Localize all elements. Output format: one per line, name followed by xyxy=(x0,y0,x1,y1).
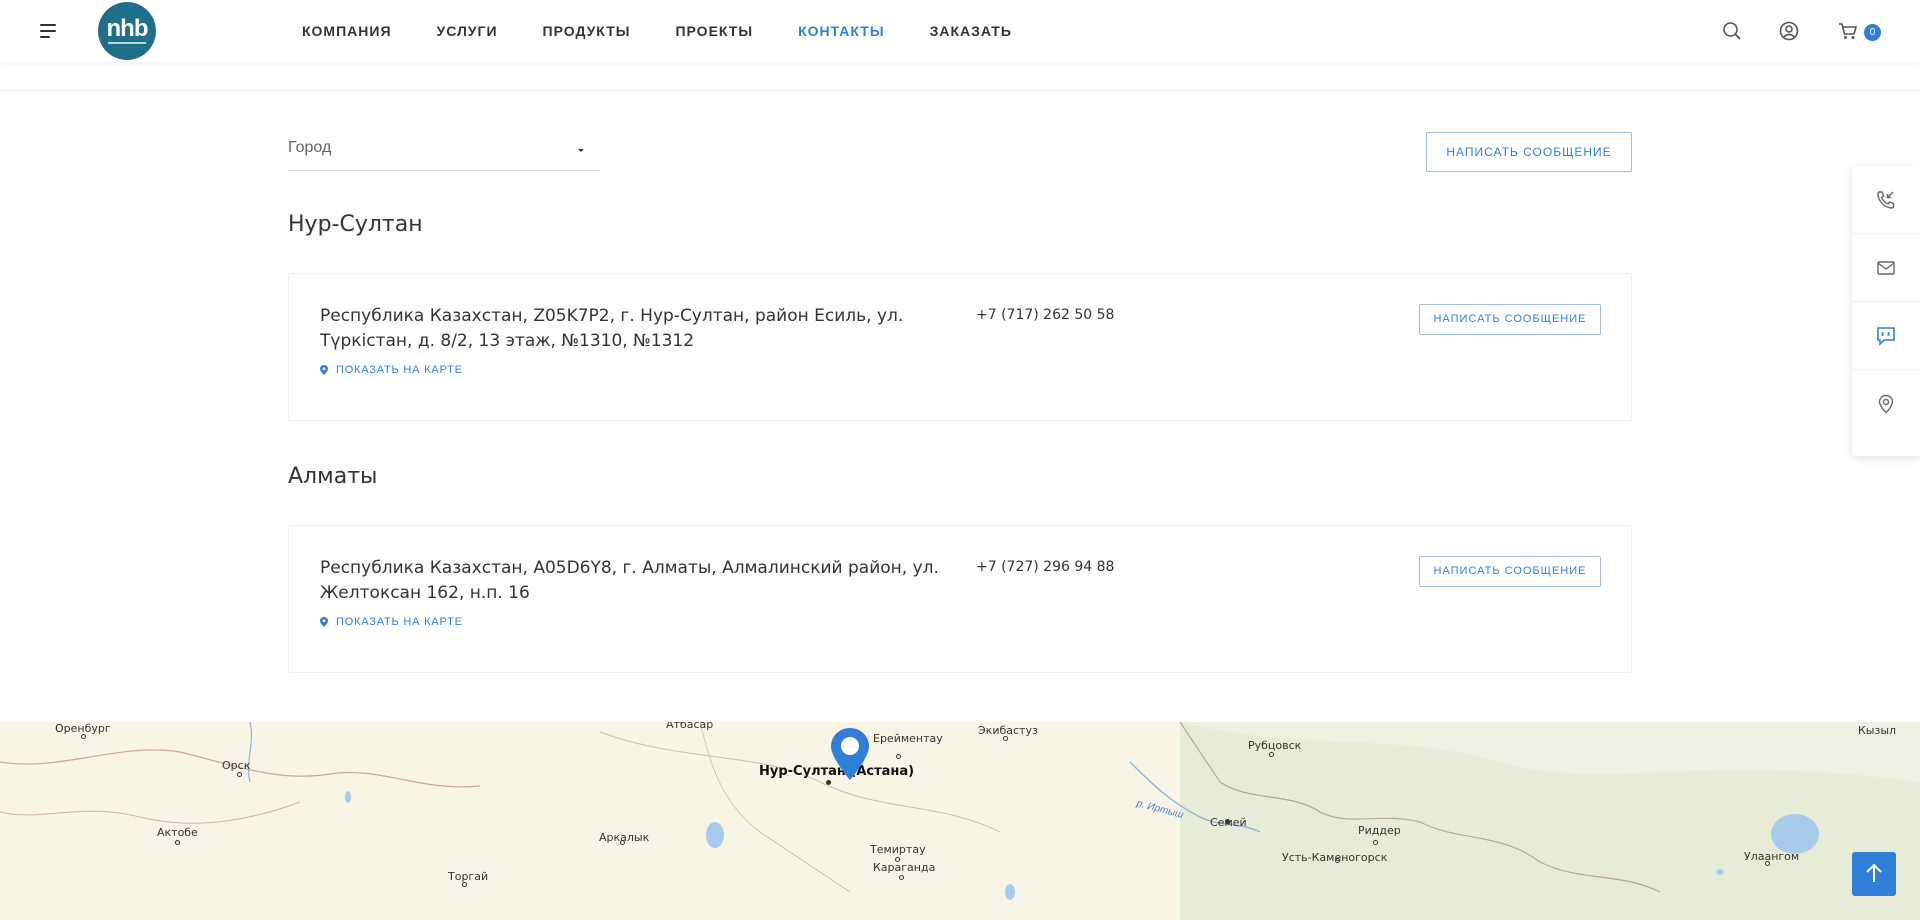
office-address: Республика Казахстан, A05D6Y8, г. Алматы… xyxy=(320,558,939,603)
nav-company[interactable]: КОМПАНИЯ xyxy=(302,23,392,39)
scroll-to-top-button[interactable] xyxy=(1852,852,1896,896)
logo-text: nhb xyxy=(106,15,149,42)
main-nav: КОМПАНИЯ УСЛУГИ ПРОДУКТЫ ПРОЕКТЫ КОНТАКТ… xyxy=(302,0,1057,62)
site-header: nhb КОМПАНИЯ УСЛУГИ ПРОДУКТЫ ПРОЕКТЫ КОН… xyxy=(0,0,1920,62)
map-city-label: Рубцовск xyxy=(1248,739,1302,752)
nav-services[interactable]: УСЛУГИ xyxy=(437,23,498,39)
map-city-dot xyxy=(1373,840,1378,845)
map-city-label: Ерейментау xyxy=(873,732,943,745)
cart-icon[interactable] xyxy=(1838,21,1858,41)
caret-down-icon xyxy=(578,149,584,152)
nav-products[interactable]: ПРОДУКТЫ xyxy=(543,23,631,39)
map-city-label: Аркалык xyxy=(599,831,650,844)
map-city-dot xyxy=(1269,752,1274,757)
map-city-label: Актобе xyxy=(157,826,198,839)
write-message-button[interactable]: НАПИСАТЬ СООБЩЕНИЕ xyxy=(1426,132,1632,172)
map-city-label: Орск xyxy=(222,759,251,772)
map-city-dot xyxy=(175,840,180,845)
office-map[interactable]: Оренбург Атбасар Ерейментау Экибастуз Ор… xyxy=(0,722,1920,920)
show-on-map-label: ПОКАЗАТЬ НА КАРТЕ xyxy=(336,364,463,376)
menu-icon[interactable] xyxy=(40,24,57,38)
show-on-map-label: ПОКАЗАТЬ НА КАРТЕ xyxy=(336,616,463,628)
map-city-label: Караганда xyxy=(873,861,936,874)
map-pin-icon[interactable] xyxy=(827,726,873,782)
divider xyxy=(0,90,1920,91)
nav-order[interactable]: ЗАКАЗАТЬ xyxy=(930,23,1012,39)
email-button[interactable] xyxy=(1852,234,1920,302)
callback-button[interactable] xyxy=(1852,166,1920,234)
office-card: Республика Казахстан, A05D6Y8, г. Алматы… xyxy=(288,525,1632,673)
map-marker-icon xyxy=(320,617,328,627)
chat-button[interactable] xyxy=(1852,302,1920,370)
map-city-label: Оренбург xyxy=(55,722,111,735)
map-city-dot xyxy=(237,772,242,777)
nav-contacts[interactable]: КОНТАКТЫ xyxy=(798,23,884,39)
office-phone[interactable]: +7 (727) 296 94 88 xyxy=(976,559,1114,575)
map-city-label: Атбасар xyxy=(666,722,714,731)
show-on-map-link[interactable]: ПОКАЗАТЬ НА КАРТЕ xyxy=(320,364,463,376)
user-icon[interactable] xyxy=(1779,21,1799,41)
nav-projects[interactable]: ПРОЕКТЫ xyxy=(675,23,753,39)
phone-callback-icon xyxy=(1877,191,1895,209)
office-card: Республика Казахстан, Z05K7P2, г. Нур-Су… xyxy=(288,273,1632,421)
logo[interactable]: nhb xyxy=(98,2,156,60)
office-write-message-button[interactable]: НАПИСАТЬ СООБЩЕНИЕ xyxy=(1419,304,1601,335)
location-button[interactable] xyxy=(1852,370,1920,438)
map-city-dot xyxy=(896,754,901,759)
logo-tagline-line xyxy=(108,42,146,44)
location-pin-icon xyxy=(1878,394,1894,414)
city-title: Алматы xyxy=(288,464,378,489)
office-phone[interactable]: +7 (717) 262 50 58 xyxy=(976,307,1114,323)
office-address: Республика Казахстан, Z05K7P2, г. Нур-Су… xyxy=(320,306,904,351)
map-city-label: Кызыл xyxy=(1858,724,1897,737)
city-select[interactable]: Город xyxy=(288,131,600,171)
map-city-label: Семей xyxy=(1210,816,1247,829)
city-title: Нур-Султан xyxy=(288,212,423,237)
map-city-label: Усть-Каменогорск xyxy=(1282,851,1388,864)
map-city-label: Темиртау xyxy=(870,843,926,856)
map-city-label: Улаангом xyxy=(1744,850,1800,863)
cart-count-badge: 0 xyxy=(1864,24,1881,41)
chat-icon xyxy=(1877,327,1895,346)
map-marker-icon xyxy=(320,365,328,375)
map-terrain xyxy=(0,722,1920,920)
map-city-label: Торгай xyxy=(448,870,489,883)
map-city-dot xyxy=(899,875,904,880)
city-select-placeholder: Город xyxy=(288,139,332,156)
map-city-label: Риддер xyxy=(1358,824,1401,837)
show-on-map-link[interactable]: ПОКАЗАТЬ НА КАРТЕ xyxy=(320,616,463,628)
side-contact-panel xyxy=(1852,166,1920,456)
map-city-label: Экибастуз xyxy=(978,724,1038,737)
search-icon[interactable] xyxy=(1722,21,1742,41)
mail-icon xyxy=(1877,261,1895,275)
office-write-message-button[interactable]: НАПИСАТЬ СООБЩЕНИЕ xyxy=(1419,556,1601,587)
